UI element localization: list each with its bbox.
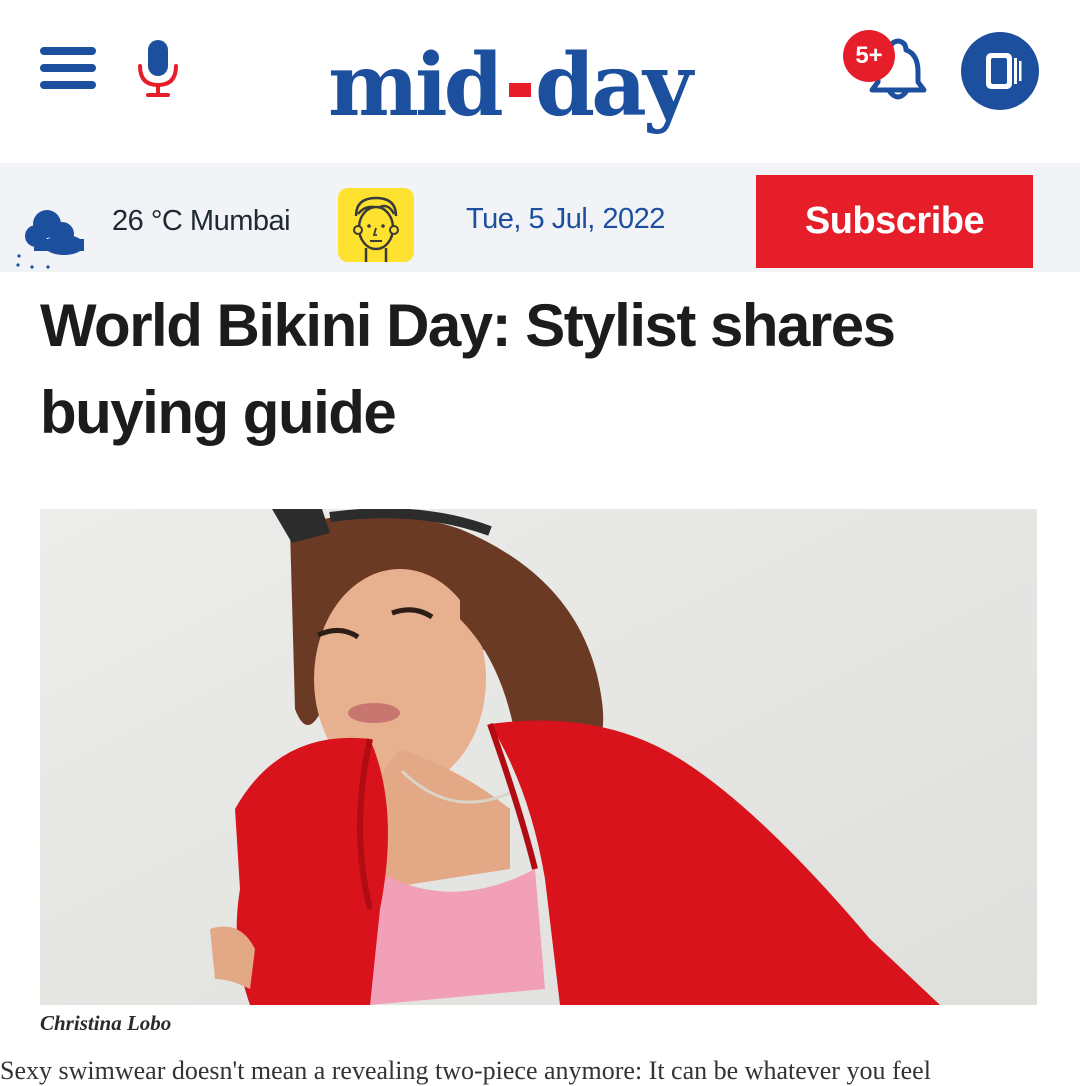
lips	[348, 703, 400, 723]
microphone-icon[interactable]	[134, 38, 182, 100]
notification-badge: 5+	[843, 30, 895, 82]
article-body-text: Sexy swimwear doesn't mean a revealing t…	[0, 1056, 931, 1085]
weather-temperature: 26 °C Mumbai	[112, 205, 291, 237]
logo-dash	[509, 83, 531, 97]
site-header: mid day 5+	[0, 0, 1080, 163]
subscribe-button[interactable]: Subscribe	[756, 175, 1033, 268]
photo-caption: Christina Lobo	[40, 1011, 172, 1035]
cloudy-weather-icon	[14, 201, 94, 273]
current-date: Tue, 5 Jul, 2022	[466, 203, 665, 235]
hamburger-menu-icon[interactable]	[40, 44, 98, 94]
article-headline: World Bikini Day: Stylist shares buying …	[40, 292, 896, 446]
article-photo[interactable]	[40, 509, 1037, 1005]
info-strip: 26 °C Mumbai Tue, 5 Jul, 2022 Subscribe	[0, 163, 1080, 272]
logo-text-part-1: mid	[328, 35, 503, 136]
app-icon[interactable]	[960, 31, 1040, 111]
mid-day-logo[interactable]: mid day	[325, 30, 765, 150]
cartoon-avatar-icon[interactable]	[338, 188, 414, 262]
logo-text-part-2: day	[535, 35, 696, 136]
